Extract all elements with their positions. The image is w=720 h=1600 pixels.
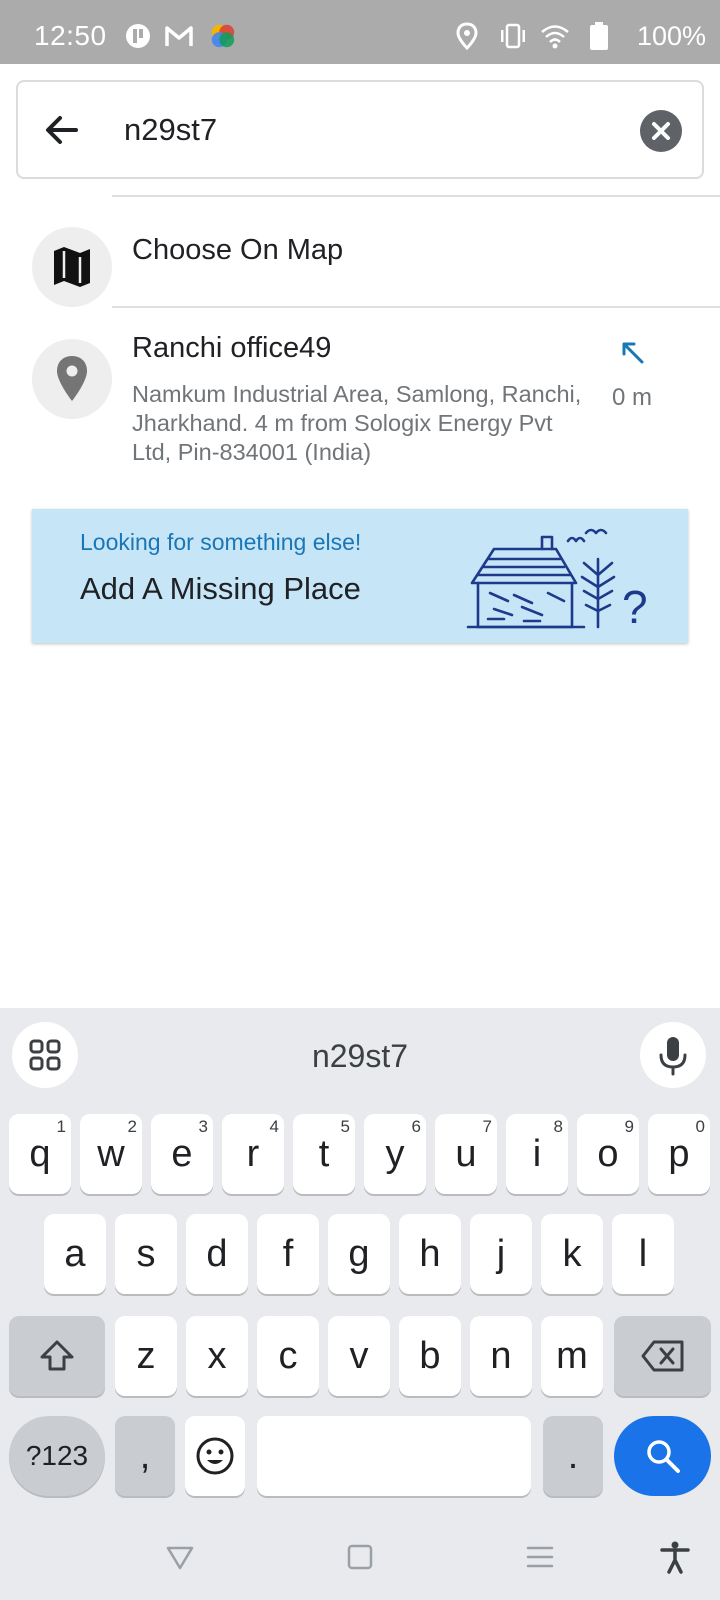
key-r[interactable]: r4 (222, 1114, 284, 1194)
key-d[interactable]: d (186, 1214, 248, 1294)
key-n[interactable]: n (470, 1316, 532, 1396)
key-e[interactable]: e3 (151, 1114, 213, 1194)
accessibility-icon[interactable] (658, 1540, 692, 1574)
search-icon (646, 1440, 680, 1473)
key-j[interactable]: j (470, 1214, 532, 1294)
result-title: Ranchi office49 (132, 332, 332, 364)
comma-key[interactable]: , (115, 1416, 175, 1496)
key-c[interactable]: c (257, 1316, 319, 1396)
menu-icon[interactable] (523, 1540, 557, 1574)
choose-on-map-label: Choose On Map (132, 234, 344, 266)
symbols-key[interactable]: ?123 (9, 1416, 105, 1496)
key-v[interactable]: v (328, 1316, 390, 1396)
back-triangle-icon[interactable] (163, 1540, 197, 1574)
app-notification-icon (126, 24, 150, 48)
shift-icon (40, 1340, 74, 1371)
status-bar: 12:50 100% (0, 0, 720, 64)
key-y[interactable]: y6 (364, 1114, 426, 1194)
key-f[interactable]: f (257, 1214, 319, 1294)
backspace-icon (641, 1340, 683, 1372)
map-icon-circle (32, 227, 112, 307)
vibrate-icon (501, 23, 525, 49)
result-icon-circle (32, 339, 112, 419)
emoji-icon (196, 1437, 234, 1475)
key-p[interactable]: p0 (648, 1114, 710, 1194)
key-s[interactable]: s (115, 1214, 177, 1294)
search-action-key[interactable] (614, 1416, 711, 1496)
svg-text:?: ? (622, 581, 648, 631)
location-pin-icon (57, 356, 87, 401)
battery-icon (590, 22, 608, 50)
key-z[interactable]: z (115, 1316, 177, 1396)
key-u[interactable]: u7 (435, 1114, 497, 1194)
key-k[interactable]: k (541, 1214, 603, 1294)
key-b[interactable]: b (399, 1316, 461, 1396)
key-m[interactable]: m (541, 1316, 603, 1396)
home-square-icon[interactable] (343, 1540, 377, 1574)
key-g[interactable]: g (328, 1214, 390, 1294)
direction-arrow-icon (622, 342, 644, 364)
banner-subtitle: Looking for something else! (80, 529, 362, 555)
key-a[interactable]: a (44, 1214, 106, 1294)
keyboard-suggestion[interactable]: n29st7 (0, 1038, 720, 1075)
photos-icon (211, 24, 235, 48)
key-l[interactable]: l (612, 1214, 674, 1294)
voice-input-button[interactable] (640, 1022, 706, 1088)
status-time: 12:50 (34, 20, 107, 51)
microphone-icon (659, 1037, 687, 1076)
map-icon (54, 247, 90, 287)
key-o[interactable]: o9 (577, 1114, 639, 1194)
keyboard: n29st7 q1 w2 e3 r4 t5 y6 u7 i8 o9 p0 a s… (0, 1008, 720, 1600)
clear-search-button[interactable] (640, 110, 682, 152)
period-key[interactable]: . (543, 1416, 603, 1496)
wifi-icon (541, 25, 569, 49)
add-missing-place-banner[interactable]: Looking for something else! Add A Missin… (32, 509, 688, 643)
key-x[interactable]: x (186, 1316, 248, 1396)
result-distance: 0 m (612, 384, 653, 411)
key-h[interactable]: h (399, 1214, 461, 1294)
house-illustration-icon: ? (466, 528, 648, 631)
gmail-icon (165, 26, 193, 46)
key-t[interactable]: t5 (293, 1114, 355, 1194)
backspace-key[interactable] (614, 1316, 711, 1396)
clear-icon (652, 122, 670, 140)
search-box (16, 80, 704, 179)
result-address: Namkum Industrial Area, Samlong, Ranchi,… (132, 381, 582, 465)
key-w[interactable]: w2 (80, 1114, 142, 1194)
banner-title: Add A Missing Place (80, 571, 361, 606)
search-input[interactable] (124, 104, 604, 156)
key-i[interactable]: i8 (506, 1114, 568, 1194)
emoji-key[interactable] (185, 1416, 245, 1496)
shift-key[interactable] (9, 1316, 105, 1396)
battery-percent: 100% (636, 21, 706, 51)
space-key[interactable] (257, 1416, 531, 1496)
key-q[interactable]: q1 (9, 1114, 71, 1194)
keyboard-suggestion-bar: n29st7 (0, 1008, 720, 1108)
divider (112, 306, 720, 308)
location-icon (456, 22, 478, 50)
divider (112, 195, 720, 197)
back-arrow-icon[interactable] (40, 108, 84, 152)
